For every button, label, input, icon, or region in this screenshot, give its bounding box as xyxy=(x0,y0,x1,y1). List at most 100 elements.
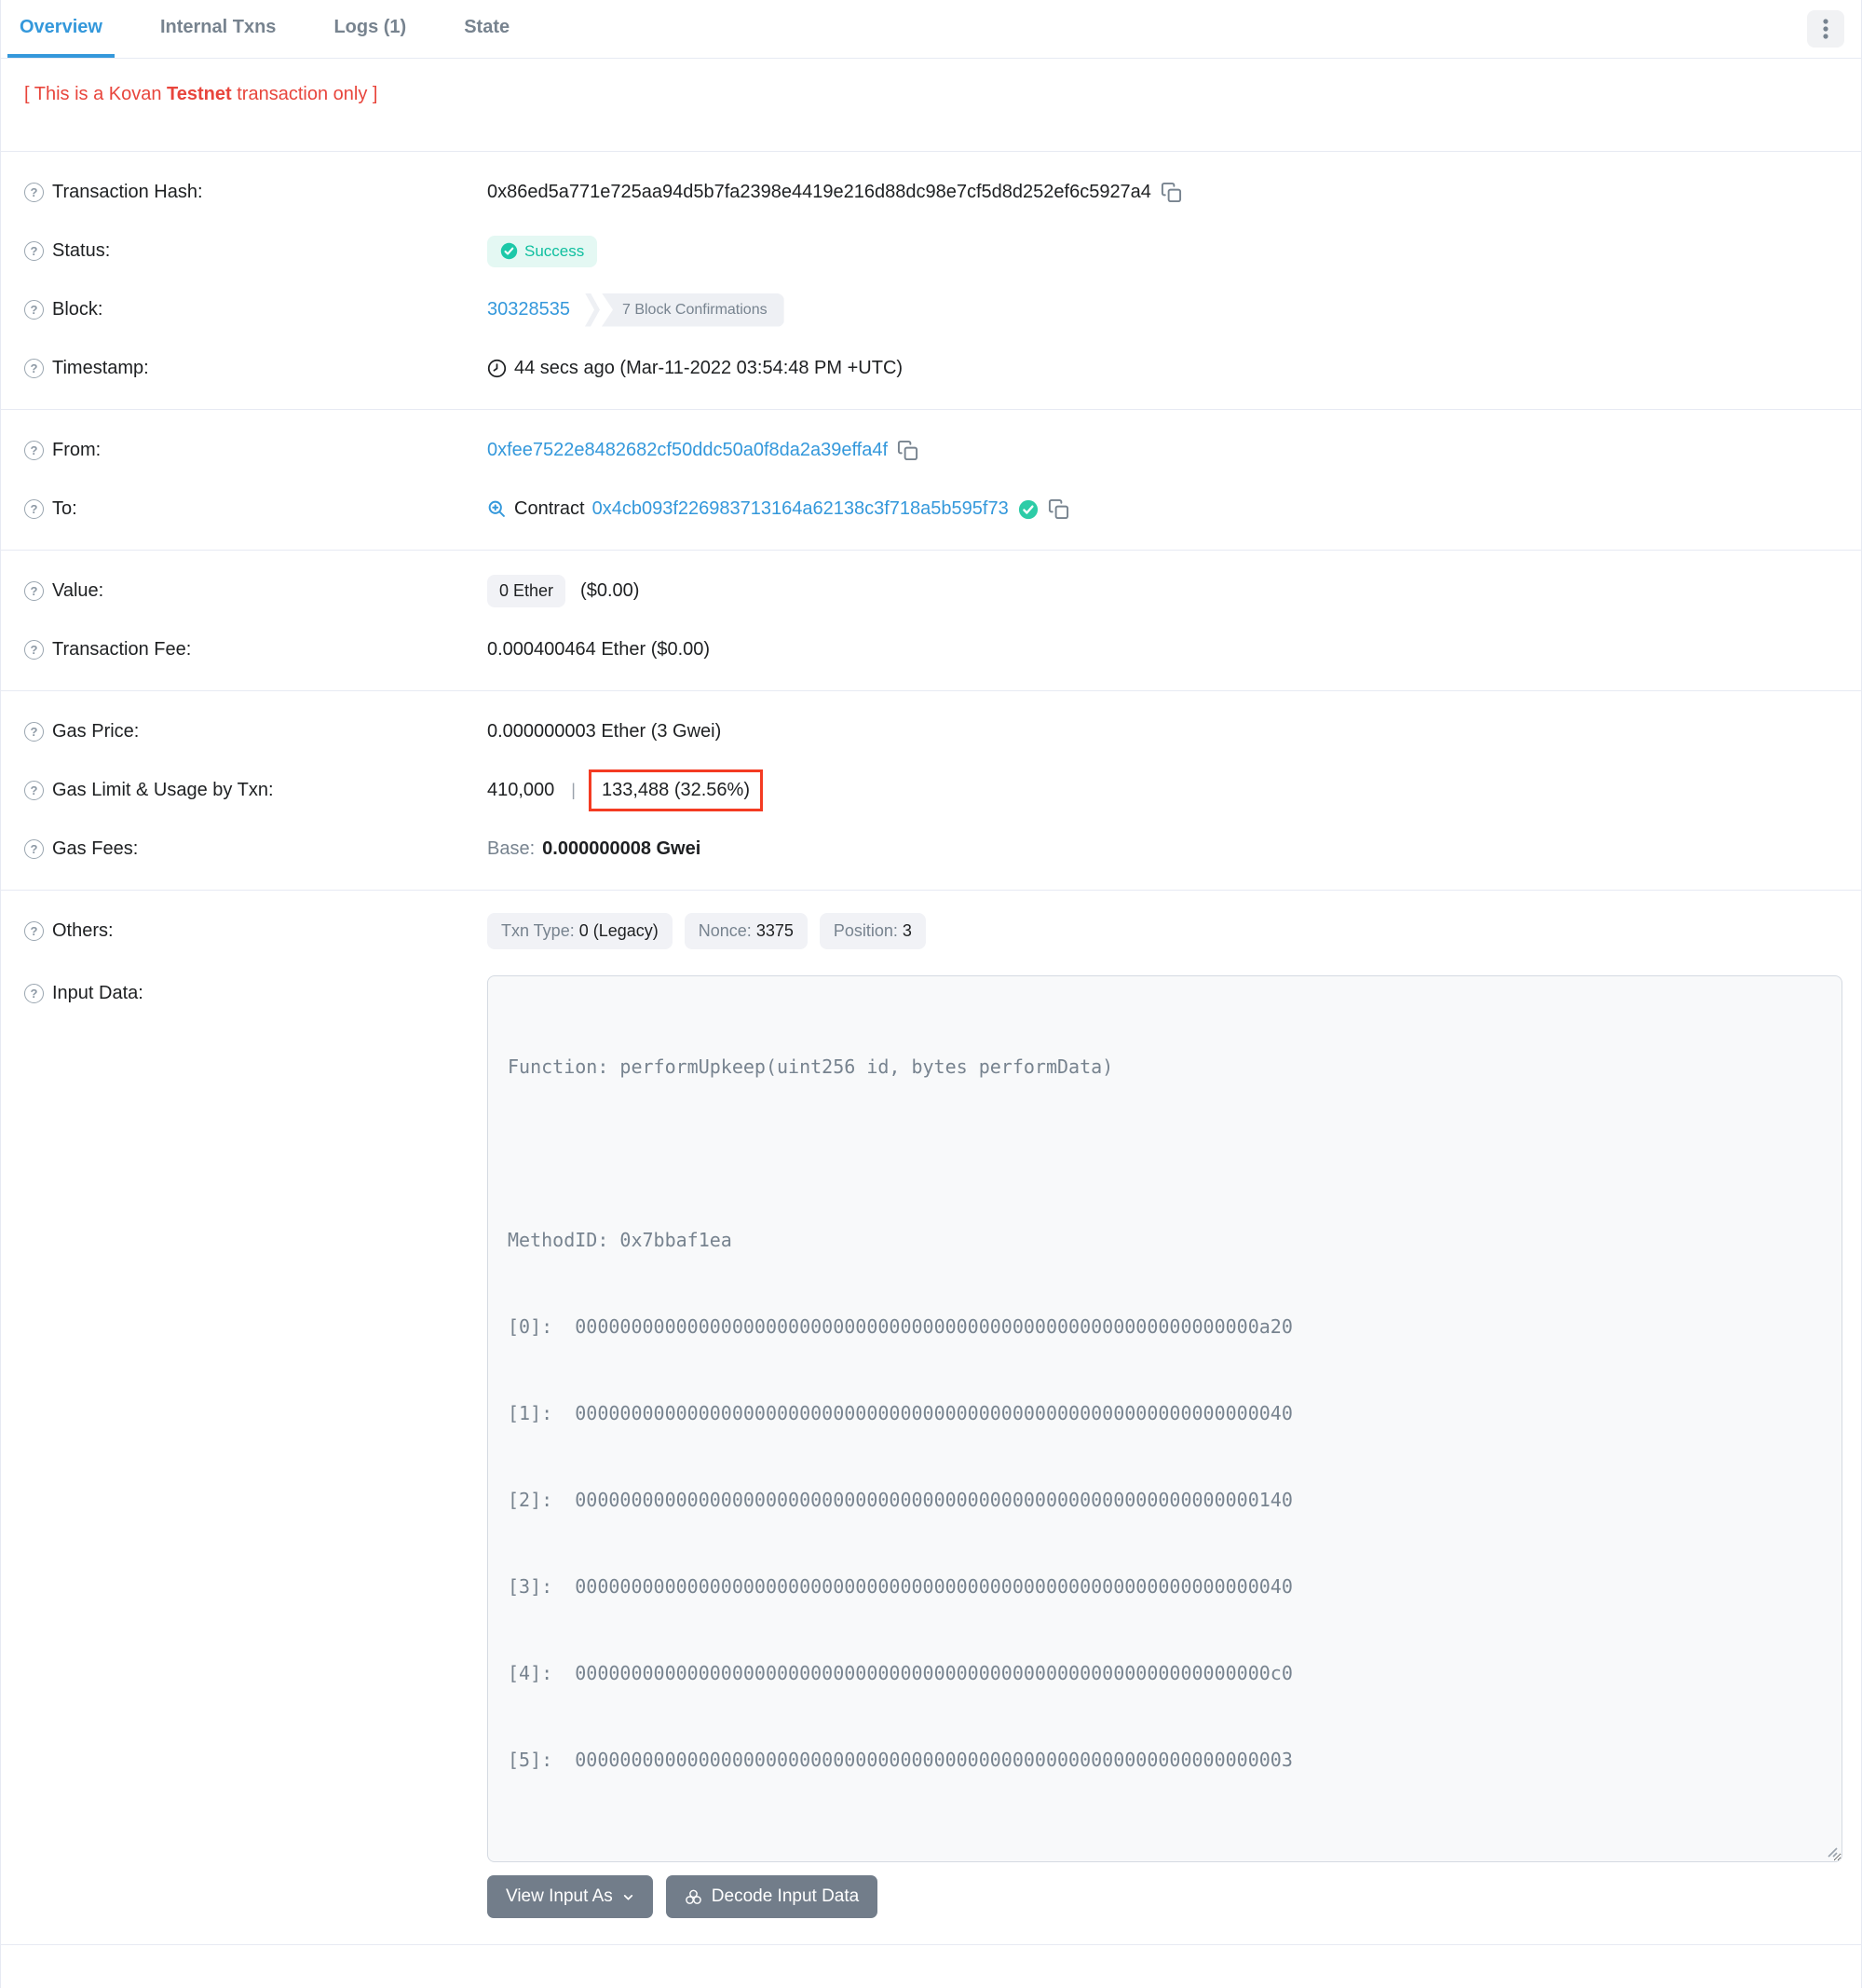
testnet-notice: [ This is a Kovan Testnet transaction on… xyxy=(1,59,1861,140)
divider xyxy=(1,409,1861,410)
gas-limit-usage-label: Gas Limit & Usage by Txn: xyxy=(52,780,274,800)
help-icon[interactable]: ? xyxy=(24,581,44,601)
param-key: [1]: xyxy=(508,1402,576,1424)
timestamp-label: Timestamp: xyxy=(52,358,149,378)
param-key: [3]: xyxy=(508,1575,576,1598)
row-label: ? Others: xyxy=(24,920,487,942)
param-value: 0000000000000000000000000000000000000000… xyxy=(575,1575,1293,1598)
row-value: ? Value: 0 Ether ($0.00) xyxy=(1,562,1861,620)
param-value: 0000000000000000000000000000000000000000… xyxy=(575,1402,1293,1424)
view-input-as-button[interactable]: View Input As xyxy=(487,1875,653,1918)
block-confirmations-badge: 7 Block Confirmations xyxy=(584,293,784,327)
row-label: ? Transaction Hash: xyxy=(24,182,487,203)
more-options-button[interactable] xyxy=(1807,10,1844,48)
notice-prefix: [ This is a Kovan xyxy=(24,84,168,104)
divider xyxy=(1,890,1861,891)
input-param-line: [4]: 00000000000000000000000000000000000… xyxy=(508,1659,1823,1688)
bottom-spacer xyxy=(1,1956,1861,1988)
tab-overview[interactable]: Overview xyxy=(7,0,115,58)
param-key: [2]: xyxy=(508,1489,576,1511)
help-icon[interactable]: ? xyxy=(24,722,44,742)
status-badge: Success xyxy=(487,235,598,267)
kebab-icon xyxy=(1823,19,1828,39)
help-icon[interactable]: ? xyxy=(24,183,44,202)
row-gas-limit-usage: ? Gas Limit & Usage by Txn: 410,000 | 13… xyxy=(1,761,1861,820)
gas-fees-base-label: Base: xyxy=(487,838,536,859)
position-badge: Position: 3 xyxy=(819,913,926,949)
copy-icon xyxy=(1161,182,1181,203)
notice-bold: Testnet xyxy=(167,84,232,104)
help-icon[interactable]: ? xyxy=(24,241,44,261)
status-text: Success xyxy=(524,241,585,260)
param-key: [5]: xyxy=(508,1749,576,1771)
row-from: ? From: 0xfee7522e8482682cf50ddc50a0f8da… xyxy=(1,421,1861,480)
row-timestamp: ? Timestamp: 44 secs ago (Mar-11-2022 03… xyxy=(1,339,1861,398)
input-function-line: Function: performUpkeep(uint256 id, byte… xyxy=(508,1055,1114,1078)
param-key: [0]: xyxy=(508,1315,576,1338)
value-amount-badge: 0 Ether xyxy=(487,575,566,607)
copy-to-address-button[interactable] xyxy=(1048,498,1069,520)
copy-from-address-button[interactable] xyxy=(897,440,918,461)
help-icon[interactable]: ? xyxy=(24,781,44,800)
position-label: Position: xyxy=(833,921,903,940)
gas-separator: | xyxy=(571,781,576,799)
input-data-actions: View Input As Decode Input Data xyxy=(487,1875,1842,1918)
help-icon[interactable]: ? xyxy=(24,921,44,941)
row-label: ? Input Data: xyxy=(24,983,487,1004)
txn-type-value: 0 (Legacy) xyxy=(578,921,659,940)
chevron-right-icon xyxy=(584,293,600,327)
input-param-line: [0]: 00000000000000000000000000000000000… xyxy=(508,1313,1823,1341)
resize-grip-icon[interactable] xyxy=(1825,1845,1838,1858)
help-icon[interactable]: ? xyxy=(24,839,44,859)
contract-verified-badge xyxy=(1018,499,1039,520)
gas-fees-base-value: 0.000000008 Gwei xyxy=(542,838,701,859)
nonce-value: 3375 xyxy=(755,921,794,940)
nonce-badge: Nonce: 3375 xyxy=(684,913,808,949)
block-confirmations-text: 7 Block Confirmations xyxy=(601,293,784,327)
check-circle-icon xyxy=(500,242,518,260)
decode-input-data-label: Decode Input Data xyxy=(711,1886,860,1906)
row-label: ? Transaction Fee: xyxy=(24,639,487,660)
param-key: [4]: xyxy=(508,1662,576,1684)
row-label: ? Block: xyxy=(24,299,487,320)
copy-transaction-hash-button[interactable] xyxy=(1161,182,1182,203)
txn-type-badge: Txn Type: 0 (Legacy) xyxy=(487,913,673,949)
help-icon[interactable]: ? xyxy=(24,984,44,1003)
decode-input-data-button[interactable]: Decode Input Data xyxy=(665,1875,878,1918)
status-label: Status: xyxy=(52,240,111,261)
tab-internal-txns[interactable]: Internal Txns xyxy=(148,0,288,58)
help-icon[interactable]: ? xyxy=(24,359,44,378)
row-transaction-fee: ? Transaction Fee: 0.000400464 Ether ($0… xyxy=(1,620,1861,679)
to-address-link[interactable]: 0x4cb093f226983713164a62138c3f718a5b595f… xyxy=(592,498,1009,520)
param-value: 0000000000000000000000000000000000000000… xyxy=(575,1749,1293,1771)
from-address-link[interactable]: 0xfee7522e8482682cf50ddc50a0f8da2a39effa… xyxy=(487,440,888,461)
block-number-link[interactable]: 30328535 xyxy=(487,299,570,320)
input-data-textarea[interactable]: Function: performUpkeep(uint256 id, byte… xyxy=(487,975,1842,1862)
from-label: From: xyxy=(52,440,102,460)
copy-icon xyxy=(1048,498,1068,520)
tab-logs[interactable]: Logs (1) xyxy=(321,0,418,58)
row-transaction-hash: ? Transaction Hash: 0x86ed5a771e725aa94d… xyxy=(1,163,1861,222)
tab-bar: Overview Internal Txns Logs (1) State xyxy=(1,0,1861,59)
help-icon[interactable]: ? xyxy=(24,441,44,460)
position-value: 3 xyxy=(902,921,912,940)
gas-limit-value: 410,000 xyxy=(487,780,555,800)
help-icon[interactable]: ? xyxy=(24,640,44,660)
gas-usage-value: 133,488 (32.56%) xyxy=(601,780,750,800)
help-icon[interactable]: ? xyxy=(24,499,44,519)
transaction-hash-value: 0x86ed5a771e725aa94d5b7fa2398e4419e216d8… xyxy=(487,182,1151,202)
to-contract-prefix: Contract xyxy=(514,498,585,519)
row-gas-price: ? Gas Price: 0.000000003 Ether (3 Gwei) xyxy=(1,702,1861,761)
help-icon[interactable]: ? xyxy=(24,300,44,320)
transaction-hash-label: Transaction Hash: xyxy=(52,182,203,202)
timestamp-value: 44 secs ago (Mar-11-2022 03:54:48 PM +UT… xyxy=(514,358,904,378)
transaction-fee-value: 0.000400464 Ether ($0.00) xyxy=(487,639,711,660)
row-status: ? Status: Success xyxy=(1,222,1861,280)
input-methodid-line: MethodID: 0x7bbaf1ea xyxy=(508,1229,732,1251)
input-param-line: [5]: 00000000000000000000000000000000000… xyxy=(508,1746,1823,1775)
row-label: ? Gas Limit & Usage by Txn: xyxy=(24,780,487,801)
zoom-in-icon[interactable] xyxy=(487,499,507,519)
tab-state[interactable]: State xyxy=(452,0,522,58)
row-to: ? To: Contract 0x4cb093f226983713164a621… xyxy=(1,480,1861,538)
param-value: 0000000000000000000000000000000000000000… xyxy=(575,1662,1293,1684)
